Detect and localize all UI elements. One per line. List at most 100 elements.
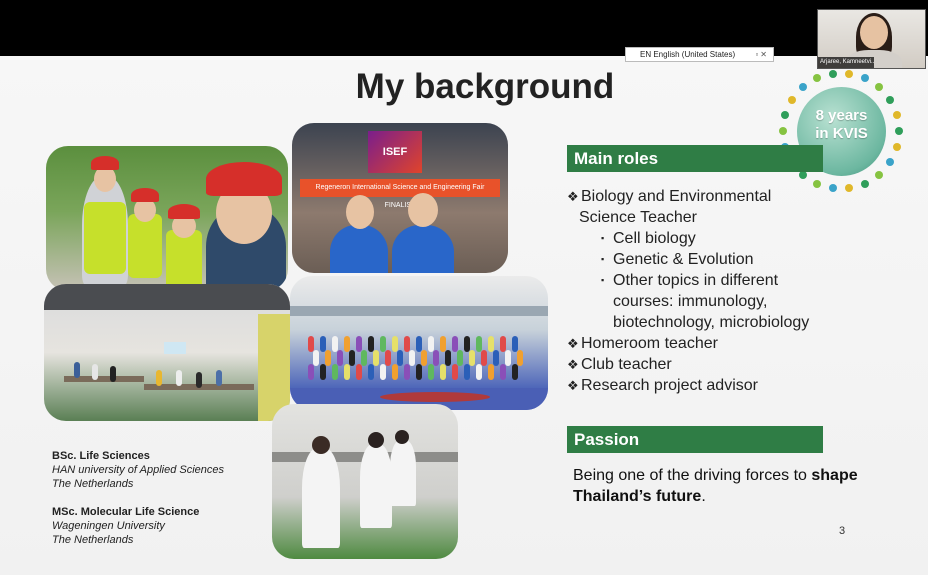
role-text: Biology and Environmental [581,188,772,205]
student-dot [74,362,80,378]
crowd-person [452,364,458,380]
crowd-person [512,364,518,380]
square-bullet-icon: ▪ [601,233,605,243]
helmet-icon [91,156,119,170]
role-item: ❖ Research project advisor [567,375,867,396]
caption-controls-icon[interactable]: ▫✕ [755,48,769,61]
education-bsc: BSc. Life Sciences HAN university of App… [52,449,224,491]
crowd-person [476,336,482,352]
ring-figure [845,69,854,78]
crowd-person [344,364,350,380]
square-bullet-icon: ▪ [601,254,605,264]
crowd-person [481,350,487,366]
ring-figure [892,143,901,152]
role-item: ❖ Biology and Environmental [567,186,867,207]
passion-header: Passion [567,426,823,453]
crowd-person [464,364,470,380]
photo-helmet-students [46,146,288,291]
role-subitem-continued: courses: immunology, [613,293,768,310]
crowd-person [488,364,494,380]
crowd-person [320,336,326,352]
crowd-person [500,336,506,352]
student-dot [196,372,202,388]
crowd-person [457,350,463,366]
kvis-badge: 8 years in KVIS [775,65,908,198]
person-head [368,432,384,448]
ring-figure [799,170,808,179]
presenter-face [860,16,888,49]
crowd-person [373,350,379,366]
ring-figure [861,74,870,83]
photo-isef-finalists: ISEF Regeneron International Science and… [292,123,508,273]
crowd-person [404,336,410,352]
role-subitem-text: Cell biology [613,230,696,247]
crowd-person [476,364,482,380]
lab-coat-person [302,448,340,548]
passion-text-start: Being one of the driving forces to [573,467,812,484]
webcam-thumbnail[interactable]: Arjaree, Kamneetvi... [817,9,926,69]
floor-circle [380,392,490,402]
crowd-person [308,364,314,380]
photo-laboratory [272,404,458,559]
education-msc: MSc. Molecular Life Science Wageningen U… [52,505,199,547]
crowd-person [337,350,343,366]
crowd-person [308,336,314,352]
crowd-person [421,350,427,366]
ring-figure [828,69,837,78]
crowd-person [320,364,326,380]
crowd-person [445,350,451,366]
crowd-person [428,364,434,380]
ring-figure [885,95,894,104]
crowd-person [397,350,403,366]
crowd-person [464,336,470,352]
ceiling [44,284,290,310]
crowd-person [349,350,355,366]
student-dot [92,364,98,380]
role-subitem: ▪ Other topics in different [567,270,867,291]
caption-language-label: EN English (United States) [640,50,736,59]
school-country: The Netherlands [52,478,134,490]
badge-line-1: 8 years [815,107,868,124]
crowd-person [488,336,494,352]
finalist-figure [330,225,388,273]
ring-figure [779,127,787,135]
crowd-person [356,336,362,352]
crowd-person [332,364,338,380]
role-subitem-continued: biotechnology, microbiology [613,314,810,331]
degree-title: MSc. Molecular Life Science [52,506,200,518]
crowd-person [505,350,511,366]
role-text: Homeroom teacher [581,335,718,352]
crowd-person [404,364,410,380]
crowd-person [428,336,434,352]
caption-language-bar[interactable]: EN English (United States) ▫✕ [625,47,774,62]
crowd-person [392,364,398,380]
diamond-bullet-icon: ❖ [567,336,579,351]
helmet-icon [168,204,200,219]
ring-figure [874,83,883,92]
student-dot [216,370,222,386]
crowd-person [392,336,398,352]
school-name: HAN university of Applied Sciences [52,464,225,476]
safety-vest [128,214,162,278]
diamond-bullet-icon: ❖ [567,378,579,393]
school-country: The Netherlands [52,534,134,546]
main-roles-list: ❖ Biology and Environmental Science Teac… [567,186,867,396]
crowd-person [356,364,362,380]
projector-screen [164,342,186,354]
role-text: Research project advisor [581,377,758,394]
crowd-person [433,350,439,366]
crowd-person [469,350,475,366]
crowd-person [452,336,458,352]
finalist-figure [392,225,454,273]
photo-classroom [44,284,290,421]
helmet-icon [206,162,282,196]
student-dot [176,370,182,386]
crowd-person [385,350,391,366]
diamond-bullet-icon: ❖ [567,189,579,204]
ring-figure [812,74,821,83]
role-subitem: ▪ Cell biology [567,228,867,249]
isef-banner: Regeneron International Science and Engi… [300,179,500,209]
crowd-person [416,336,422,352]
badge-line-2: in KVIS [815,125,868,142]
student-dot [110,366,116,382]
